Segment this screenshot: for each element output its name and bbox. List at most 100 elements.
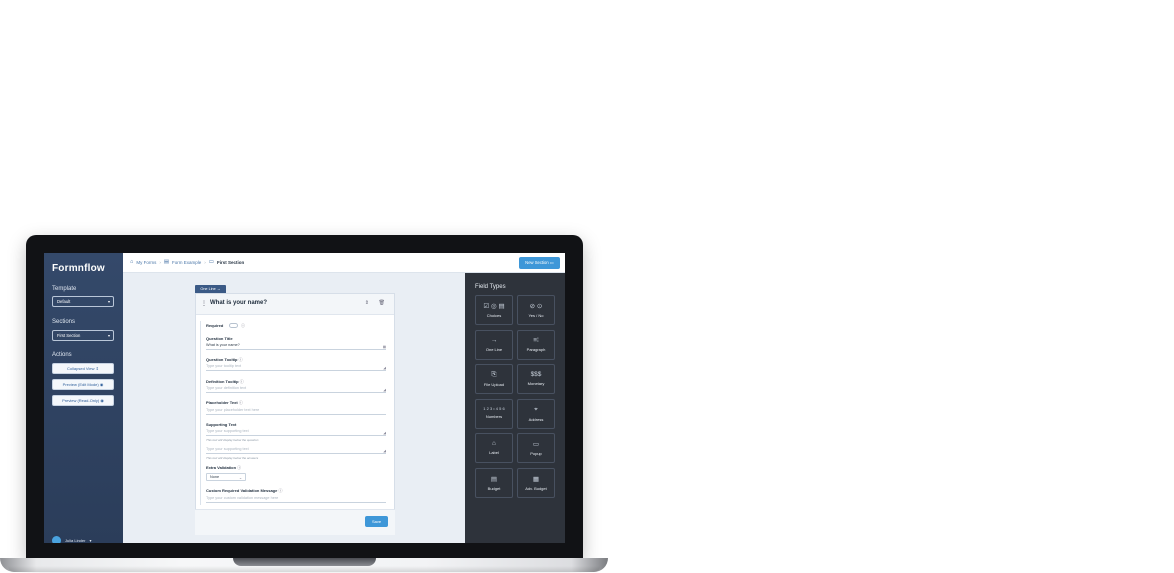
preview-edit-button[interactable]: Preview (Edit Mode) ◉ xyxy=(52,379,114,390)
field-type-label: Adv. Budget xyxy=(525,485,547,491)
extra-validation-select[interactable]: None ⌄ xyxy=(206,473,246,481)
tooltip-textarea[interactable]: Type your tooltip text ◢ xyxy=(206,363,386,371)
section-select[interactable]: First Section ▾ xyxy=(52,330,114,341)
placeholder-input[interactable]: Type your placeholder text here xyxy=(206,407,386,415)
required-label: Required xyxy=(206,323,223,328)
field-type-label: One Line xyxy=(485,346,503,352)
breadcrumb-separator: › xyxy=(204,259,206,265)
save-button[interactable]: Save xyxy=(365,516,388,527)
supporting-placeholder-1: Type your supporting text xyxy=(206,429,249,433)
field-type-label: Budget xyxy=(487,485,501,491)
tooltip-label-text: Question Tooltip xyxy=(206,357,238,362)
field-type-one-line[interactable]: → One Line xyxy=(475,329,513,360)
extra-validation-label: Extra Validation ⓘ xyxy=(206,465,241,471)
question-title-label: Question Title xyxy=(206,336,233,341)
tooltip-placeholder: Type your tooltip text xyxy=(206,364,242,368)
top-bar: ⌂ My Forms › ▤ Form Example › ▭ First Se… xyxy=(123,253,565,273)
supporting-label: Supporting Text xyxy=(206,422,237,427)
user-name: Julia Linder xyxy=(65,538,86,543)
field-type-label: Paragraph xyxy=(526,346,546,352)
field-type-paragraph[interactable]: ≡⁞ Paragraph xyxy=(517,329,555,360)
preview-readonly-label: Preview (Read-Only) xyxy=(62,398,100,403)
reorder-icon[interactable]: ⇕ xyxy=(365,300,369,306)
yes-no-icon: ⊘ ⊙ xyxy=(529,303,543,310)
field-type-popup[interactable]: ▭ Popup xyxy=(517,433,555,463)
collapsed-view-button[interactable]: Collapsed View ⇕ xyxy=(52,363,114,374)
actions-label: Actions xyxy=(52,352,72,358)
supporting-placeholder-2: Type your supporting text xyxy=(206,447,249,451)
new-section-label: New Section xyxy=(525,260,549,265)
app-screen: Formnflow Template Default ▾ Sections Fi… xyxy=(44,253,565,543)
drag-handle-icon[interactable]: ⋮ xyxy=(201,300,207,307)
required-toggle[interactable] xyxy=(229,323,238,328)
section-value: First Section xyxy=(57,333,81,338)
question-card-header: ⋮ What is your name? ⇕ 🗑 xyxy=(196,294,394,315)
custom-message-label-text: Custom Required Validation Message xyxy=(206,488,278,493)
template-select[interactable]: Default ▾ xyxy=(52,296,114,307)
paragraph-icon: ≡⁞ xyxy=(533,336,539,344)
arrow-right-icon: → xyxy=(216,287,221,291)
field-type-yes-no[interactable]: ⊘ ⊙ Yes / No xyxy=(517,295,555,325)
caret-down-icon: ⌄ xyxy=(238,476,242,480)
folder-icon: ▭ xyxy=(208,259,214,265)
collapse-icon: ⇕ xyxy=(95,366,99,371)
home-icon: ⌂ xyxy=(130,259,134,265)
file-upload-icon: ⎘ xyxy=(491,371,497,378)
resize-handle-icon: ◢ xyxy=(383,388,386,392)
definition-textarea[interactable]: Type your definition text ◢ xyxy=(206,385,386,393)
preview-readonly-button[interactable]: Preview (Read-Only) ◉ xyxy=(52,395,114,406)
breadcrumb-form-example[interactable]: Form Example xyxy=(172,260,201,265)
field-type-label: Address xyxy=(528,416,544,422)
collapsed-view-label: Collapsed View xyxy=(67,366,95,371)
budget-icon: ▤ xyxy=(490,475,498,483)
sections-label: Sections xyxy=(52,319,76,325)
field-type-tag-label: One Line xyxy=(200,287,216,291)
field-type-numbers[interactable]: 1 2 3 • 4 5 6 Numbers xyxy=(475,398,513,429)
laptop-mockup: Formnflow Template Default ▾ Sections Fi… xyxy=(0,0,1174,573)
caret-down-icon: ▾ xyxy=(107,299,110,304)
sidebar: Formnflow Template Default ▾ Sections Fi… xyxy=(44,253,123,543)
new-section-button[interactable]: New Section ▭ xyxy=(519,257,560,269)
chevron-down-icon: ▾ xyxy=(89,538,92,543)
choices-icon: ☑ ◎ ▤ xyxy=(483,303,505,310)
monetary-icon: $$$ xyxy=(530,371,542,378)
field-type-adv-budget[interactable]: ▦ Adv. Budget xyxy=(517,467,555,498)
label-icon: ⌂ xyxy=(492,440,496,447)
one-line-icon: → xyxy=(490,336,498,344)
info-icon: ⓘ xyxy=(238,400,243,405)
info-icon: ⓘ xyxy=(238,357,243,362)
resize-handle-icon: ◢ xyxy=(383,366,386,370)
custom-message-input[interactable]: Type your custom validation message here xyxy=(206,495,386,503)
template-value: Default xyxy=(57,299,71,304)
field-types-title: Field Types xyxy=(475,284,506,290)
field-types-panel: Field Types ☑ ◎ ▤ Choices ⊘ ⊙ Yes / No → One … xyxy=(465,273,565,543)
field-type-label: Numbers xyxy=(485,413,503,419)
field-type-label[interactable]: ⌂ Label xyxy=(475,433,513,463)
extra-validation-value: None xyxy=(210,475,220,479)
supporting-textarea-answers[interactable]: Type your supporting text ◢ xyxy=(206,446,386,454)
info-icon: ⓘ xyxy=(278,488,283,493)
field-type-budget[interactable]: ▤ Budget xyxy=(475,467,513,498)
info-icon: ⓘ xyxy=(237,465,242,470)
popup-icon: ▭ xyxy=(532,441,540,448)
field-type-choices[interactable]: ☑ ◎ ▤ Choices xyxy=(475,295,513,325)
keyboard-icon: ▦ xyxy=(382,345,386,349)
required-label-text: Required xyxy=(206,323,224,328)
field-type-file-upload[interactable]: ⎘ File Upload xyxy=(475,364,513,394)
document-icon: ▤ xyxy=(163,259,170,265)
section-icon: ▭ xyxy=(549,260,554,265)
supporting-hint-question: This text will display below the questio… xyxy=(206,438,259,442)
field-type-label: Label xyxy=(489,450,499,455)
user-menu[interactable]: Julia Linder ▾ xyxy=(52,536,91,543)
definition-label-text: Definition Tooltip xyxy=(206,379,239,384)
definition-placeholder: Type your definition text xyxy=(206,386,247,390)
field-type-address[interactable]: ⌖ Address xyxy=(517,398,555,429)
caret-down-icon: ▾ xyxy=(107,333,110,338)
brand-logo: Formnflow xyxy=(52,263,105,274)
breadcrumb-my-forms[interactable]: My Forms xyxy=(136,260,156,265)
supporting-textarea-question[interactable]: Type your supporting text ◢ xyxy=(206,428,386,436)
info-icon: ⓘ xyxy=(239,379,244,384)
trash-icon[interactable]: 🗑 xyxy=(379,300,385,306)
field-type-monetary[interactable]: $$$ Monetary xyxy=(517,364,555,394)
question-title-input[interactable]: What is your name? ▦ xyxy=(206,342,386,350)
